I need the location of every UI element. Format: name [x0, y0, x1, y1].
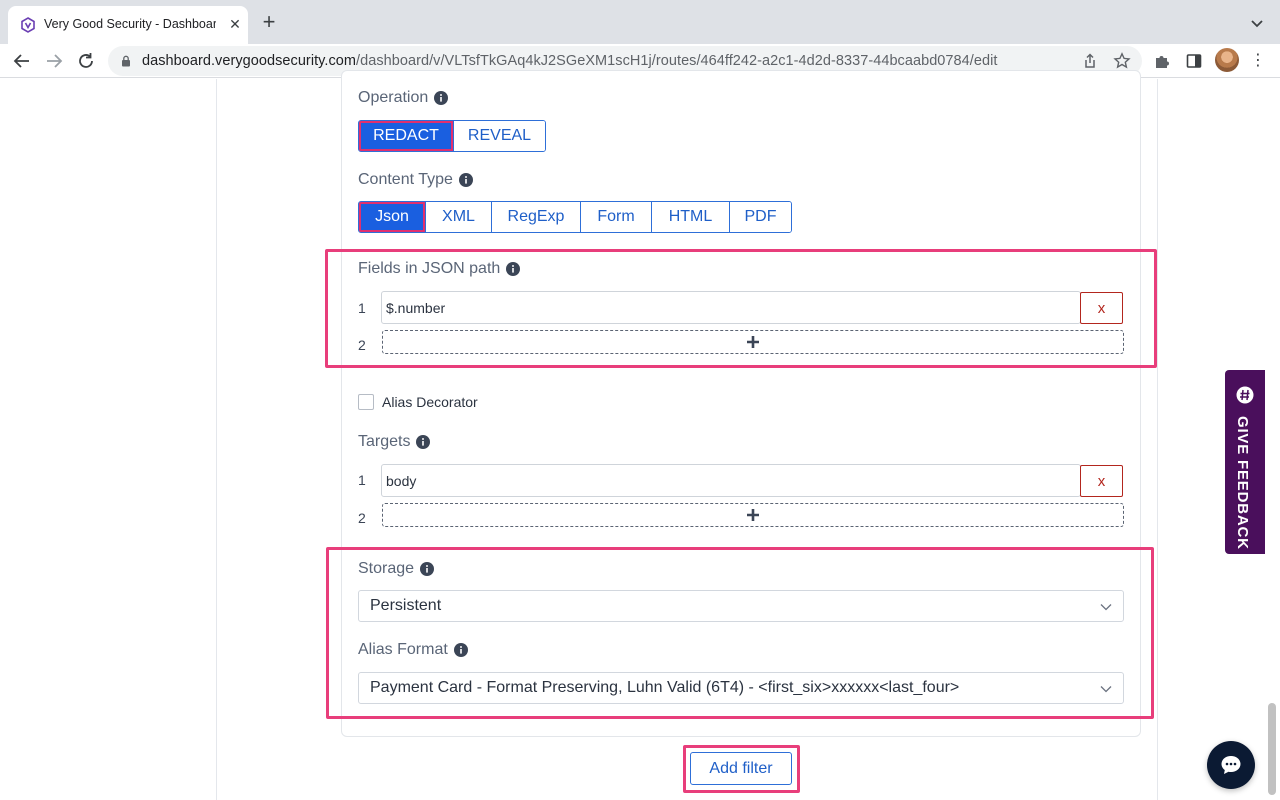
info-icon[interactable] — [506, 262, 521, 276]
give-feedback-label: GIVE FEEDBACK — [1234, 416, 1251, 550]
add-json-path-button[interactable] — [382, 330, 1124, 354]
page-scrollbar-track[interactable] — [1266, 79, 1280, 800]
vgs-favicon-icon — [21, 17, 35, 33]
chevron-down-icon — [1100, 604, 1112, 611]
content-type-xml-button[interactable]: XML — [426, 202, 492, 232]
content-type-label: Content Type — [358, 171, 473, 189]
targets-row-number: 1 — [358, 472, 366, 488]
target-input[interactable]: body — [381, 464, 1081, 497]
json-path-remove-button[interactable]: x — [1080, 292, 1123, 324]
fields-json-path-label: Fields in JSON path — [358, 260, 521, 278]
side-panel-icon[interactable] — [1185, 52, 1203, 70]
fields-json-path-label-text: Fields in JSON path — [358, 260, 501, 277]
alias-format-label-text: Alias Format — [358, 641, 448, 658]
fields-row-number: 2 — [358, 337, 366, 353]
content-type-form-button[interactable]: Form — [581, 202, 652, 232]
operation-label-text: Operation — [358, 89, 429, 106]
content-type-json-button[interactable]: Json — [359, 202, 426, 232]
share-icon[interactable] — [1081, 52, 1099, 70]
fields-row-number: 1 — [358, 300, 366, 316]
operation-reveal-button[interactable]: REVEAL — [454, 121, 545, 151]
chevron-down-icon — [1100, 686, 1112, 693]
operation-redact-button[interactable]: REDACT — [359, 121, 454, 151]
bookmark-star-icon[interactable] — [1113, 52, 1131, 70]
plus-icon — [747, 509, 759, 521]
info-icon[interactable] — [453, 643, 468, 657]
tab-close-icon[interactable]: ✕ — [226, 15, 244, 33]
targets-row-number: 2 — [358, 510, 366, 526]
alias-format-select[interactable]: Payment Card - Format Preserving, Luhn V… — [358, 672, 1124, 704]
info-icon[interactable] — [458, 173, 473, 187]
json-path-input[interactable]: $.number — [381, 291, 1081, 324]
alias-decorator-label: Alias Decorator — [382, 394, 478, 410]
forward-icon[interactable] — [43, 50, 65, 72]
feedback-hash-icon — [1236, 386, 1254, 404]
give-feedback-tab[interactable]: GIVE FEEDBACK — [1225, 370, 1265, 554]
target-remove-button[interactable]: x — [1080, 465, 1123, 497]
content-type-html-button[interactable]: HTML — [652, 202, 730, 232]
alias-format-label: Alias Format — [358, 641, 468, 659]
storage-label-text: Storage — [358, 560, 415, 577]
browser-tabstrip: Very Good Security - Dashboard ✕ + — [0, 0, 1280, 44]
storage-label: Storage — [358, 560, 435, 578]
plus-icon — [747, 336, 759, 348]
chat-launcher-button[interactable] — [1207, 741, 1255, 789]
info-icon[interactable] — [434, 91, 449, 105]
targets-label-text: Targets — [358, 433, 411, 450]
extensions-puzzle-icon[interactable] — [1153, 52, 1171, 70]
chat-bubble-icon — [1221, 756, 1241, 774]
add-target-button[interactable] — [382, 503, 1124, 527]
operation-label: Operation — [358, 89, 449, 107]
storage-select-value: Persistent — [370, 597, 442, 614]
tab-search-chevron-icon[interactable] — [1248, 14, 1266, 32]
content-type-toggle: Json XML RegExp Form HTML PDF — [358, 201, 792, 233]
tab-title: Very Good Security - Dashboard — [44, 17, 216, 31]
content-type-regexp-button[interactable]: RegExp — [492, 202, 581, 232]
info-icon[interactable] — [420, 562, 435, 576]
browser-tab[interactable]: Very Good Security - Dashboard ✕ — [8, 6, 248, 44]
url-host: dashboard.verygoodsecurity.com — [142, 53, 357, 69]
storage-select[interactable]: Persistent — [358, 590, 1124, 622]
lock-icon[interactable] — [120, 55, 132, 67]
targets-label: Targets — [358, 433, 431, 451]
add-filter-button[interactable]: Add filter — [690, 752, 792, 785]
new-tab-icon[interactable]: + — [258, 11, 280, 34]
page-scrollbar-thumb[interactable] — [1268, 703, 1276, 795]
back-icon[interactable] — [11, 50, 33, 72]
content-type-pdf-button[interactable]: PDF — [730, 202, 791, 232]
alias-decorator-checkbox[interactable] — [358, 394, 374, 410]
reload-icon[interactable] — [75, 50, 97, 72]
content-type-label-text: Content Type — [358, 171, 453, 188]
alias-format-select-value: Payment Card - Format Preserving, Luhn V… — [370, 679, 960, 696]
url-text[interactable]: dashboard.verygoodsecurity.com/dashboard… — [142, 53, 997, 69]
url-path: /dashboard/v/VLTsfTkGAq4kJ2SGeXM1scH1j/r… — [356, 53, 998, 69]
operation-toggle: REDACT REVEAL — [358, 120, 546, 152]
profile-avatar[interactable] — [1215, 48, 1239, 72]
info-icon[interactable] — [416, 435, 431, 449]
browser-menu-icon[interactable]: ⋮ — [1250, 51, 1266, 71]
